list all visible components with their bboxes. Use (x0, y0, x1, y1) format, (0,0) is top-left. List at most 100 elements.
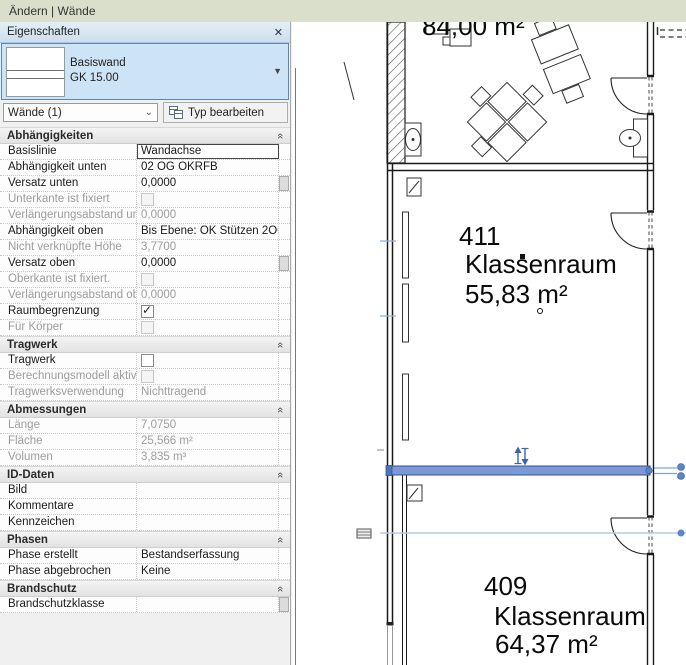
property-label: Versatz oben (0, 256, 137, 271)
property-value[interactable]: Keine (137, 564, 279, 579)
checkbox[interactable] (141, 305, 154, 318)
section-header[interactable]: Abhängigkeiten« (0, 127, 290, 144)
property-label: Tragwerk (0, 353, 137, 368)
collapse-chevron-icon[interactable]: « (274, 341, 286, 347)
property-row: Bild (0, 483, 290, 499)
collapse-chevron-icon[interactable]: « (274, 536, 286, 542)
property-value[interactable] (137, 515, 279, 530)
property-label: Oberkante ist fixiert. (0, 272, 137, 287)
property-label: Länge (0, 418, 137, 433)
property-value (137, 304, 279, 319)
type-selector[interactable]: Basiswand GK 15.00 ▼ (1, 43, 289, 100)
row-side-box[interactable] (279, 256, 289, 271)
room-411-area[interactable]: 55,83 m² (465, 279, 568, 309)
type-name-label: GK 15.00 (70, 71, 126, 86)
row-side-box[interactable] (279, 597, 289, 612)
property-row: Unterkante ist fixiert (0, 192, 290, 208)
property-value[interactable]: 02 OG OKRFB (137, 160, 279, 175)
property-label: Raumbegrenzung (0, 304, 137, 319)
tag-anchor-circle (538, 309, 543, 314)
property-label: Verlängerungsabstand unt... (0, 208, 137, 223)
type-selector-labels: Basiswand GK 15.00 (70, 56, 126, 86)
row-side-box[interactable] (279, 176, 289, 191)
properties-titlebar[interactable]: Eigenschaften ✕ (0, 22, 290, 43)
property-value: 25,566 m² (137, 434, 279, 449)
room-411-name[interactable]: Klassenraum (465, 249, 617, 279)
collapse-chevron-icon[interactable]: « (274, 471, 286, 477)
section-header[interactable]: Tragwerk« (0, 336, 290, 353)
property-row: Phase erstelltBestandserfassung (0, 548, 290, 564)
property-value[interactable] (137, 483, 279, 498)
property-label: Verlängerungsabstand oben (0, 288, 137, 303)
property-row: Raumbegrenzung (0, 304, 290, 320)
dropdown-arrow-icon[interactable]: ▼ (273, 66, 282, 76)
ribbon-context-bar: Ändern | Wände (0, 0, 686, 22)
property-value[interactable] (137, 499, 279, 514)
property-value[interactable]: 0,0000 (137, 176, 279, 191)
property-row: Fläche25,566 m² (0, 434, 290, 450)
door-opening-dashes (649, 77, 652, 553)
wall-panels[interactable] (403, 212, 409, 440)
properties-grid: Abhängigkeiten«BasislinieWandachseAbhäng… (0, 127, 290, 613)
section-header[interactable]: Phasen « (0, 531, 290, 548)
section-header[interactable]: Brandschutz« (0, 580, 290, 597)
property-row: Versatz oben0,0000 (0, 256, 290, 272)
close-icon[interactable]: ✕ (274, 26, 283, 39)
context-tab-label[interactable]: Ändern | Wände (9, 4, 96, 18)
plan-canvas[interactable]: 84,00 m² 411 Klassenraum 55,83 m² 409 Kl… (292, 22, 686, 665)
property-row: Verlängerungsabstand unt...0,0000 (0, 208, 290, 224)
room-409-name[interactable]: Klassenraum (494, 601, 646, 631)
panel-title: Eigenschaften (7, 26, 80, 38)
property-label: Fläche (0, 434, 137, 449)
tag-anchor-square (520, 254, 525, 259)
property-value[interactable]: 0,0000 (137, 256, 279, 271)
property-label: Kommentare (0, 499, 137, 514)
property-value[interactable]: Bis Ebene: OK Stützen 2OG (137, 224, 279, 239)
property-value: 0,0000 (137, 208, 279, 223)
property-value[interactable]: Bestandserfassung (137, 548, 279, 563)
property-label: Volumen (0, 450, 137, 465)
collapse-chevron-icon[interactable]: « (274, 585, 286, 591)
property-row: BasislinieWandachse (0, 144, 290, 160)
property-label: Berechnungsmodell aktivi... (0, 369, 137, 384)
selected-wall[interactable] (386, 464, 685, 480)
property-value: 0,0000 (137, 288, 279, 303)
property-value (137, 192, 279, 207)
chevron-down-icon: ⌄ (145, 107, 153, 118)
property-value[interactable] (137, 597, 279, 612)
property-value[interactable]: Wandachse (137, 144, 279, 159)
property-row: Phase abgebrochenKeine (0, 564, 290, 580)
leader-line (344, 62, 354, 100)
element-filter-combo[interactable]: Wände (1) ⌄ (3, 103, 158, 122)
shaft-symbols (407, 178, 422, 501)
room-411-number[interactable]: 411 (459, 221, 500, 251)
property-label: Abhängigkeit unten (0, 160, 137, 175)
properties-palette: Eigenschaften ✕ Basiswand GK 15.00 ▼ Wän… (0, 22, 291, 665)
top-right-dashed-wall (658, 27, 686, 37)
property-row: Berechnungsmodell aktivi... (0, 369, 290, 385)
property-row: Für Körper (0, 320, 290, 336)
section-header[interactable]: Abmessungen« (0, 401, 290, 418)
property-row: Kommentare (0, 499, 290, 515)
section-label: Phasen (7, 534, 48, 546)
property-value (137, 353, 279, 368)
property-label: Kennzeichen (0, 515, 137, 530)
edit-type-label: Typ bearbeiten (188, 107, 264, 119)
collapse-chevron-icon[interactable]: « (274, 406, 286, 412)
furniture[interactable] (426, 22, 596, 171)
property-label: Nicht verknüpfte Höhe (0, 240, 137, 255)
property-label: Phase abgebrochen (0, 564, 137, 579)
collapse-chevron-icon[interactable]: « (274, 132, 286, 138)
room-409-area[interactable]: 64,37 m² (495, 629, 598, 659)
flip-wall-control[interactable] (515, 447, 529, 466)
property-label: Für Körper (0, 320, 137, 335)
room-409-number[interactable]: 409 (484, 571, 527, 601)
checkbox[interactable] (141, 354, 154, 367)
property-label: Abhängigkeit oben (0, 224, 137, 239)
section-header[interactable]: ID-Daten« (0, 466, 290, 483)
property-row: Kennzeichen (0, 515, 290, 531)
property-label: Brandschutzklasse (0, 597, 137, 612)
checkbox (141, 193, 154, 206)
edit-type-button[interactable]: Typ bearbeiten (163, 102, 288, 123)
drag-handle (678, 530, 685, 537)
